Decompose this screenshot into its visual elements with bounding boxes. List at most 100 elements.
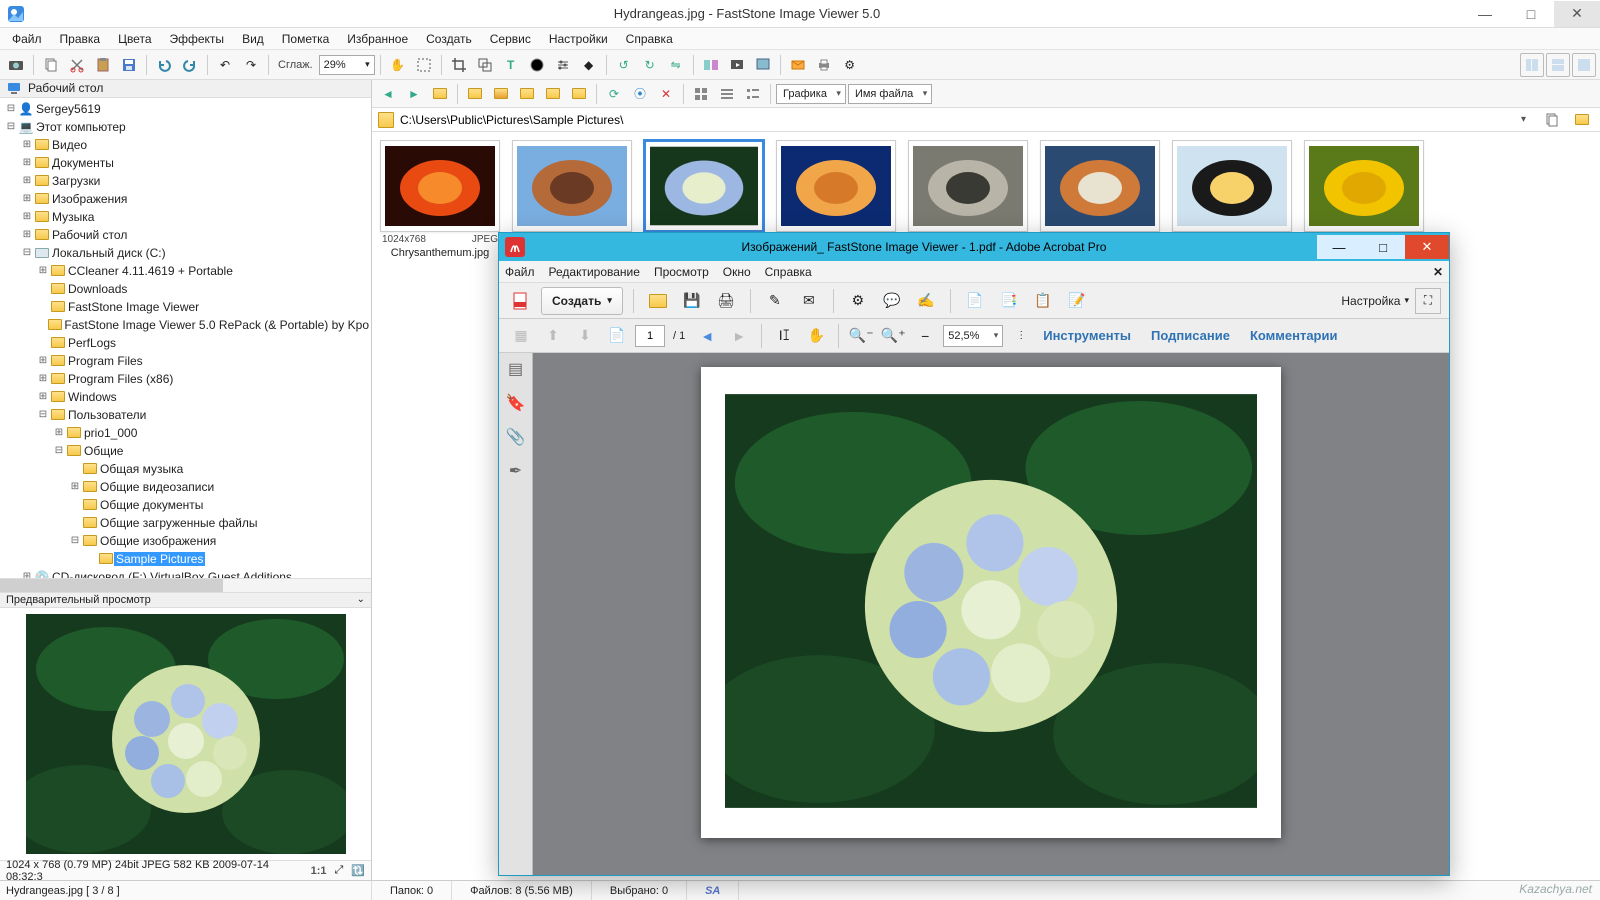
path-open-button[interactable] xyxy=(1570,108,1594,132)
acrobat-tab-комментарии[interactable]: Комментарии xyxy=(1250,328,1338,343)
acrobat-titlebar[interactable]: Изображений_ FastStone Image Viewer - 1.… xyxy=(499,233,1449,261)
acrobat-customize-button[interactable]: Настройка ▾ xyxy=(1341,294,1409,308)
settings-button[interactable]: ⚙ xyxy=(838,53,862,77)
tree-item[interactable]: ⊞Program Files (x86) xyxy=(0,370,371,388)
ratio-indicator[interactable]: 1:1 xyxy=(311,865,327,877)
paste-button[interactable] xyxy=(91,53,115,77)
acrobat-edit-button[interactable]: ✎ xyxy=(761,287,789,315)
hand-tool-button[interactable]: ✋ xyxy=(386,53,410,77)
tree-item[interactable]: FastStone Image Viewer xyxy=(0,298,371,316)
tree-item[interactable]: ⊟👤Sergey5619 xyxy=(0,100,371,118)
tree-expander-icon[interactable]: ⊞ xyxy=(36,391,50,402)
acrobat-zoom-out-button[interactable]: 🔍⁻ xyxy=(847,322,875,350)
undo-button[interactable] xyxy=(152,53,176,77)
acrobat-doc-close-button[interactable]: ✕ xyxy=(1433,265,1443,279)
acrobat-menu-окно[interactable]: Окно xyxy=(723,265,751,279)
acrobat-action4-button[interactable]: 📝 xyxy=(1063,287,1091,315)
tree-expander-icon[interactable]: ⊟ xyxy=(68,535,82,546)
menu-item-правка[interactable]: Правка xyxy=(52,30,109,48)
thumbnail-item[interactable]: 1024x768JPEGChrysanthemum.jpg xyxy=(380,140,500,259)
acrobat-document-area[interactable] xyxy=(533,353,1449,875)
acrobat-next-view-button[interactable]: ► xyxy=(725,322,753,350)
nav-favorite-button[interactable] xyxy=(489,82,513,106)
adjustments-button[interactable] xyxy=(551,53,575,77)
acrobat-comment-button[interactable]: 💬 xyxy=(878,287,906,315)
tree-item[interactable]: ⊟💻Этот компьютер xyxy=(0,118,371,136)
tree-item[interactable]: ⊞Видео xyxy=(0,136,371,154)
tree-expander-icon[interactable]: ⊞ xyxy=(68,481,82,492)
tree-item[interactable]: Общие документы xyxy=(0,496,371,514)
view-details-button[interactable] xyxy=(741,82,765,106)
tree-horizontal-scrollbar[interactable] xyxy=(0,578,371,592)
acrobat-create-button[interactable]: Создать▾ xyxy=(541,287,623,315)
email-button[interactable] xyxy=(786,53,810,77)
window-close-button[interactable]: ✕ xyxy=(1554,1,1600,27)
menu-item-избранное[interactable]: Избранное xyxy=(339,30,416,48)
acrobat-minimize-button[interactable]: — xyxy=(1317,235,1361,259)
view-layout1-button[interactable] xyxy=(1520,53,1544,77)
rotate-cw-icon[interactable]: ↻ xyxy=(638,53,662,77)
acrobat-page-down-button[interactable]: ⬇ xyxy=(571,322,599,350)
tree-expander-icon[interactable]: ⊟ xyxy=(4,103,18,114)
tree-item[interactable]: Общие загруженные файлы xyxy=(0,514,371,532)
tree-item[interactable]: ⊟Пользователи xyxy=(0,406,371,424)
acrobat-signatures-panel-icon[interactable]: ✒ xyxy=(506,461,526,481)
tree-expander-icon[interactable]: ⊞ xyxy=(20,157,34,168)
tree-expander-icon[interactable]: ⊟ xyxy=(36,409,50,420)
delete-button[interactable]: ✕ xyxy=(654,82,678,106)
select-tool-button[interactable] xyxy=(412,53,436,77)
acrobat-action1-button[interactable]: 📄 xyxy=(961,287,989,315)
menu-item-сервис[interactable]: Сервис xyxy=(482,30,539,48)
acrobat-thumbnails-button[interactable]: ▦ xyxy=(507,322,535,350)
view-layout2-button[interactable] xyxy=(1546,53,1570,77)
tree-item[interactable]: ⊞Загрузки xyxy=(0,172,371,190)
menu-item-эффекты[interactable]: Эффекты xyxy=(162,30,233,48)
acrobat-email-button[interactable]: ✉ xyxy=(795,287,823,315)
path-copy-button[interactable] xyxy=(1540,108,1564,132)
color-button[interactable] xyxy=(525,53,549,77)
view-list-button[interactable] xyxy=(715,82,739,106)
nav-move-button[interactable] xyxy=(541,82,565,106)
tree-expander-icon[interactable]: ⊞ xyxy=(20,229,34,240)
acrobat-select-tool[interactable]: Iꕯ xyxy=(770,322,798,350)
nav-copy-folder-button[interactable] xyxy=(567,82,591,106)
acrobat-save-button[interactable]: 💾 xyxy=(678,287,706,315)
copy-button[interactable] xyxy=(39,53,63,77)
acrobat-zoom-minus-button[interactable]: − xyxy=(911,322,939,350)
acrobat-read-mode-button[interactable]: ⛶ xyxy=(1415,288,1441,314)
tree-item[interactable]: Общая музыка xyxy=(0,460,371,478)
nav-back-button[interactable]: ◄ xyxy=(376,82,400,106)
tree-item[interactable]: ⊞Музыка xyxy=(0,208,371,226)
acquire-button[interactable] xyxy=(4,53,28,77)
tree-item[interactable]: Downloads xyxy=(0,280,371,298)
acrobat-menu-справка[interactable]: Справка xyxy=(765,265,812,279)
fullscreen-button[interactable] xyxy=(1572,53,1596,77)
tree-item[interactable]: ⊞Документы xyxy=(0,154,371,172)
text-button[interactable]: T xyxy=(499,53,523,77)
tree-expander-icon[interactable]: ⊞ xyxy=(36,355,50,366)
tree-item[interactable]: ⊟Общие xyxy=(0,442,371,460)
window-maximize-button[interactable]: □ xyxy=(1508,1,1554,27)
resize-button[interactable] xyxy=(473,53,497,77)
shape-button[interactable]: ◆ xyxy=(577,53,601,77)
nav-up-button[interactable] xyxy=(428,82,452,106)
tree-item[interactable]: ⊞Общие видеозаписи xyxy=(0,478,371,496)
nav-home-button[interactable] xyxy=(463,82,487,106)
menu-item-настройки[interactable]: Настройки xyxy=(541,30,616,48)
tree-expander-icon[interactable]: ⊞ xyxy=(20,175,34,186)
menu-item-создать[interactable]: Создать xyxy=(418,30,480,48)
acrobat-gear-button[interactable]: ⚙ xyxy=(844,287,872,315)
path-input[interactable] xyxy=(400,113,1515,127)
acrobat-attachments-panel-icon[interactable]: 📎 xyxy=(506,427,526,447)
tree-item[interactable]: FastStone Image Viewer 5.0 RePack (& Por… xyxy=(0,316,371,334)
acrobat-sign-button[interactable]: ✍ xyxy=(912,287,940,315)
lock-icon[interactable]: 🔃 xyxy=(351,864,365,877)
slideshow-button[interactable] xyxy=(725,53,749,77)
tree-expander-icon[interactable]: ⊞ xyxy=(20,139,34,150)
acrobat-maximize-button[interactable]: □ xyxy=(1361,235,1405,259)
tree-expander-icon[interactable]: ⊟ xyxy=(52,445,66,456)
acrobat-action2-button[interactable]: 📑 xyxy=(995,287,1023,315)
menu-item-цвета[interactable]: Цвета xyxy=(110,30,159,48)
acrobat-hand-tool[interactable]: ✋ xyxy=(802,322,830,350)
cut-button[interactable] xyxy=(65,53,89,77)
